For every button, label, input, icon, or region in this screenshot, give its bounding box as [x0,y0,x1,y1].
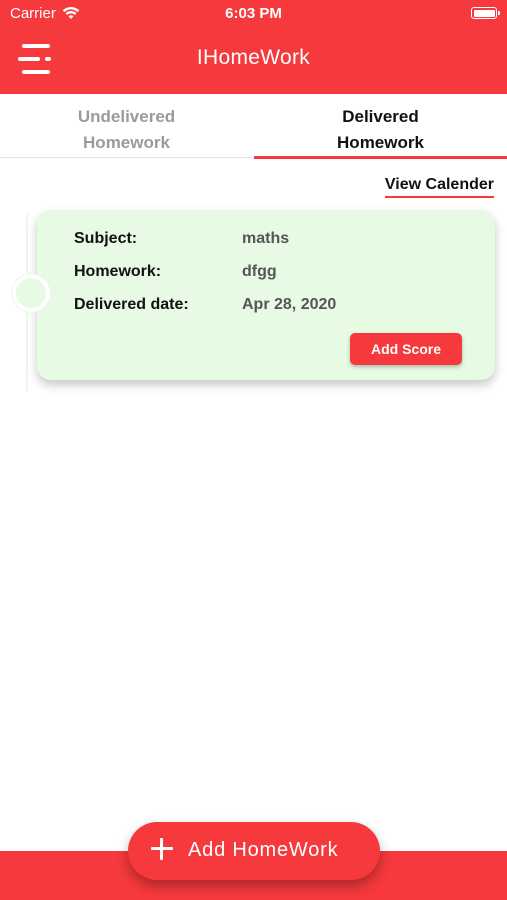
delivered-date-label: Delivered date: [74,296,189,313]
homework-tabs: Undelivered Homework Delivered Homework [0,94,507,159]
tab-delivered-homework[interactable]: Delivered Homework [254,94,507,159]
tab-undelivered-homework[interactable]: Undelivered Homework [0,94,253,158]
status-bar: Carrier 6:03 PM [0,0,507,28]
tab-label-line1: Delivered [342,107,419,126]
add-homework-label: Add HomeWork [188,839,339,861]
homework-value: dfgg [242,263,277,280]
view-calendar-link[interactable]: View Calender [384,176,494,198]
add-score-button[interactable]: Add Score [350,333,462,365]
subject-value: maths [242,230,290,247]
battery-icon [471,7,500,19]
status-time: 6:03 PM [225,5,282,22]
page-title: IHomeWork [196,46,311,69]
subject-label: Subject: [74,230,138,247]
delivered-date-value: Apr 28, 2020 [242,296,337,313]
tab-label-line2: Homework [83,133,170,152]
add-homework-button[interactable]: Add HomeWork [128,822,380,880]
plus-icon [150,837,174,861]
timeline-node [12,274,50,312]
tab-active-indicator [254,156,507,159]
homework-label: Homework: [74,263,162,280]
app-header: Carrier 6:03 PM IHomeWork [0,0,507,94]
homework-card: Subject: maths Homework: dfgg Delivered … [37,210,495,380]
tab-label-line1: Undelivered [77,107,176,126]
tab-label-line2: Homework [337,133,424,152]
